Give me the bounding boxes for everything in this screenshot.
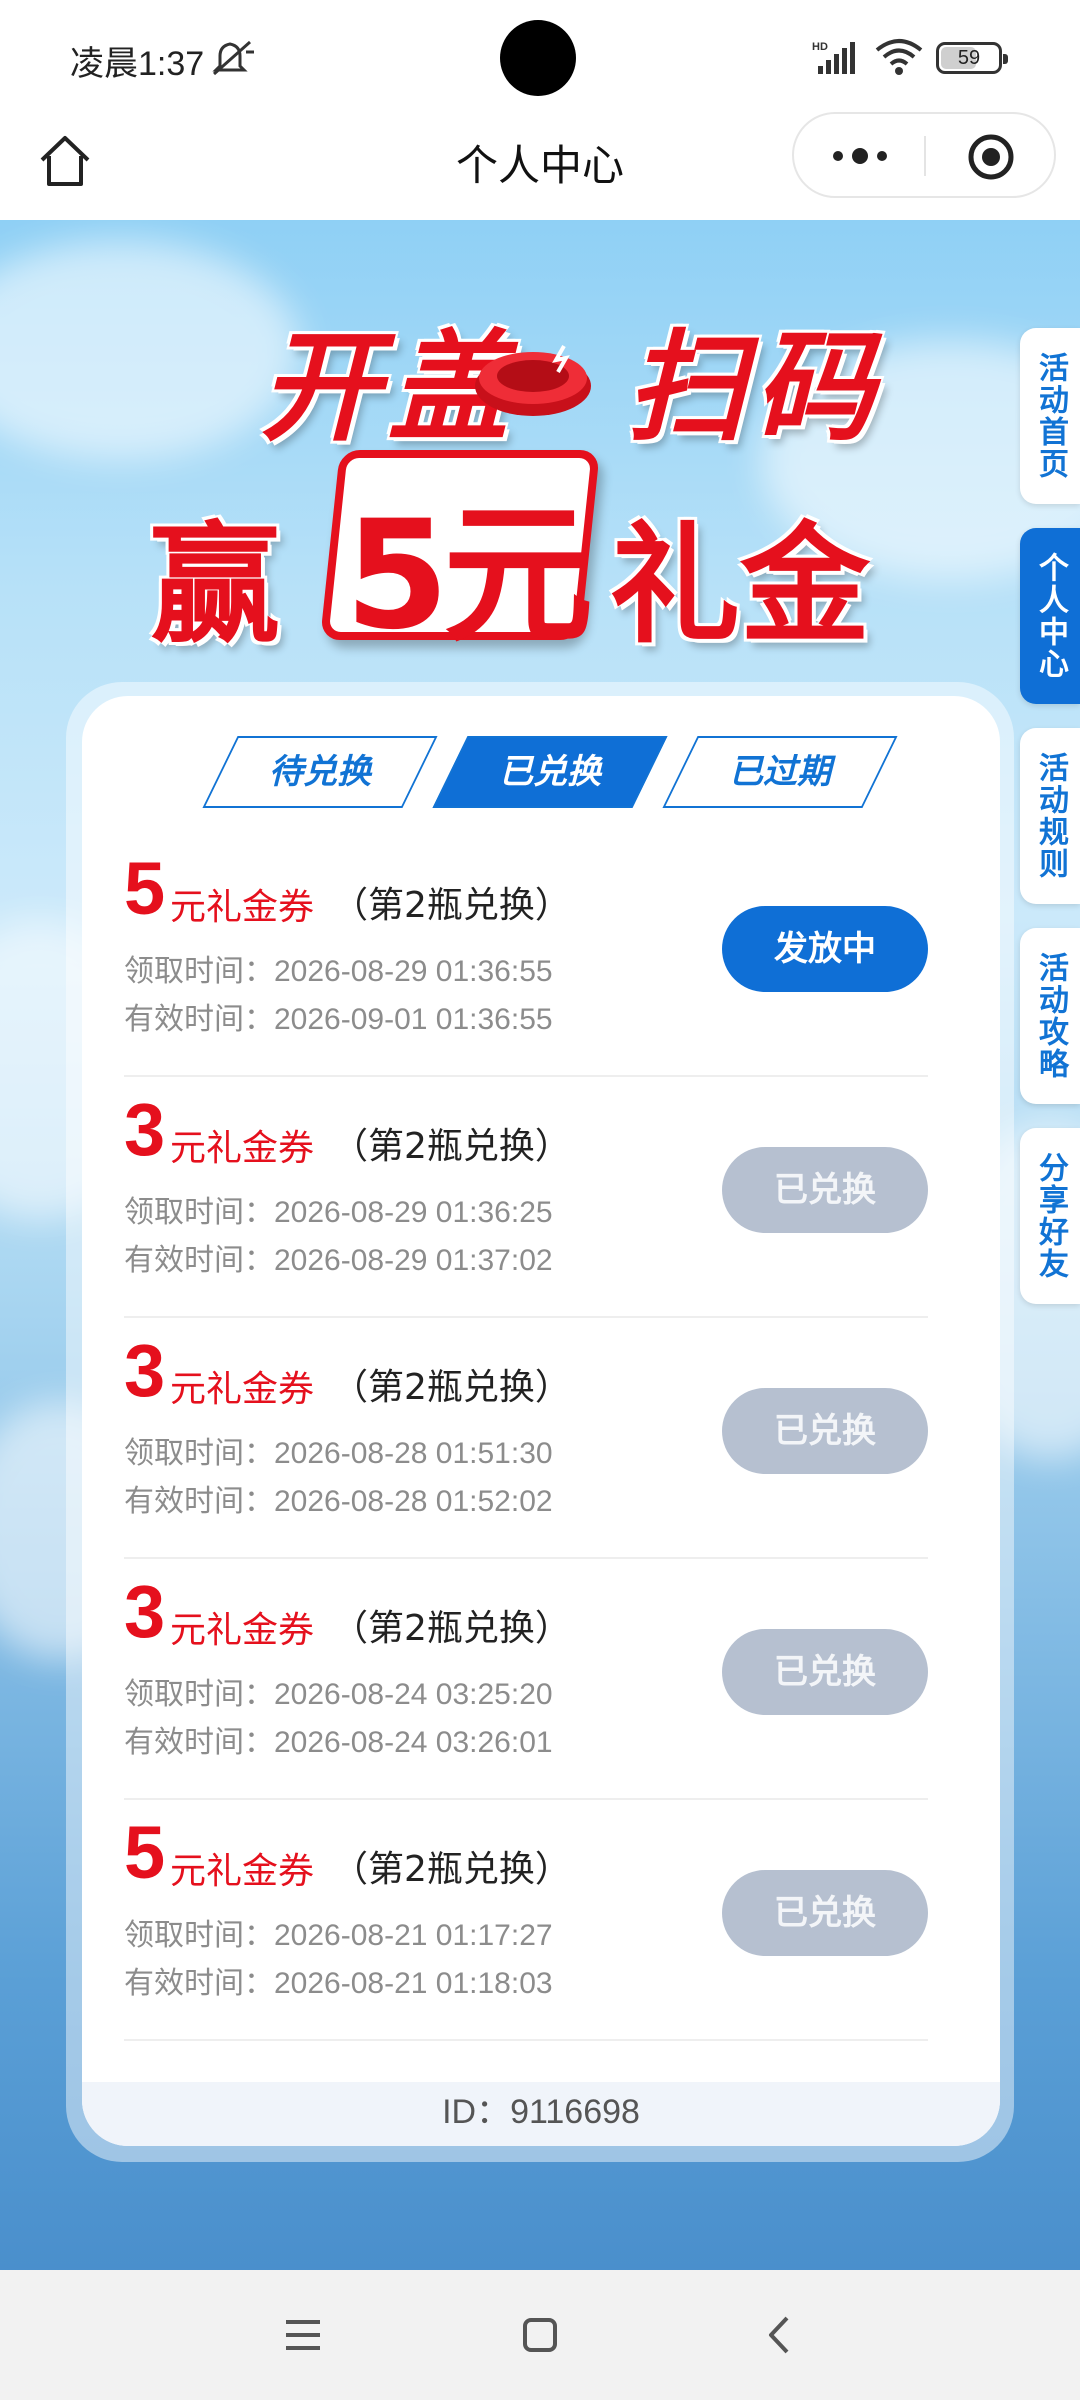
- coupon-unit: 元礼金券: [170, 1369, 315, 1410]
- coupon-unit: 元礼金券: [170, 1610, 315, 1651]
- svg-text:HD: HD: [812, 41, 828, 53]
- receive-time: 领取时间：2026-08-29 01:36:55: [124, 954, 553, 989]
- coupon-amount: 5: [124, 847, 166, 930]
- receive-time: 领取时间：2026-08-21 01:17:27: [124, 1918, 553, 1953]
- home-square-icon[interactable]: [515, 2310, 565, 2360]
- coupon-note: （第2瓶兑换）: [332, 1367, 571, 1408]
- menu-icon[interactable]: [278, 2310, 328, 2360]
- valid-time: 有效时间：2026-08-28 01:52:02: [124, 1484, 553, 1519]
- status-tabs: 待兑换 已兑换 已过期: [82, 736, 1000, 808]
- valid-time: 有效时间：2026-08-21 01:18:03: [124, 1966, 553, 2001]
- coupon-unit: 元礼金券: [170, 887, 315, 928]
- receive-time: 领取时间：2026-08-29 01:36:25: [124, 1195, 553, 1230]
- wifi-icon: [875, 39, 923, 75]
- coupon-note: （第2瓶兑换）: [332, 1608, 571, 1649]
- coupon-row: 3 元礼金券 （第2瓶兑换） 领取时间：2026-08-29 01:36:25 …: [124, 1077, 928, 1318]
- coupon-list: 5 元礼金券 （第2瓶兑换） 领取时间：2026-08-29 01:36:55 …: [124, 836, 928, 2041]
- signal-icon: HD: [812, 41, 855, 74]
- tab-expired[interactable]: 已过期: [662, 736, 898, 808]
- tab-redeemed[interactable]: 已兑换: [432, 736, 668, 808]
- coupon-unit: 元礼金券: [170, 1851, 315, 1892]
- side-tab-profile[interactable]: 个人中心: [1020, 528, 1080, 704]
- bottle-cap-icon: [475, 345, 591, 416]
- mini-program-capsule: [792, 112, 1056, 198]
- coupon-amount: 3: [124, 1088, 166, 1171]
- coupon-note: （第2瓶兑换）: [332, 1126, 571, 1167]
- side-tab-guide[interactable]: 活动攻略: [1020, 928, 1080, 1104]
- coupon-status-button[interactable]: 发放中: [722, 906, 928, 992]
- coupon-amount: 5: [124, 1811, 166, 1894]
- valid-time: 有效时间：2026-08-29 01:37:02: [124, 1243, 553, 1278]
- valid-time: 有效时间：2026-09-01 01:36:55: [124, 1002, 553, 1037]
- battery-level-text: 59: [957, 47, 981, 69]
- more-icon[interactable]: [824, 136, 896, 176]
- coupon-amount: 3: [124, 1329, 166, 1412]
- coupon-row: 5 元礼金券 （第2瓶兑换） 领取时间：2026-08-29 01:36:55 …: [124, 836, 928, 1077]
- coupon-row: 3 元礼金券 （第2瓶兑换） 领取时间：2026-08-24 03:25:20 …: [124, 1559, 928, 1800]
- coupon-status-button[interactable]: 已兑换: [722, 1629, 928, 1715]
- coupon-status-button[interactable]: 已兑换: [722, 1870, 928, 1956]
- valid-time: 有效时间：2026-08-24 03:26:01: [124, 1725, 553, 1760]
- back-icon[interactable]: [755, 2310, 805, 2360]
- side-tab-rules[interactable]: 活动规则: [1020, 728, 1080, 904]
- coupon-status-button[interactable]: 已兑换: [722, 1388, 928, 1474]
- banner-win-text: 赢: [150, 509, 281, 661]
- coupon-status-button[interactable]: 已兑换: [722, 1147, 928, 1233]
- coupon-row: 3 元礼金券 （第2瓶兑换） 领取时间：2026-08-28 01:51:30 …: [124, 1318, 928, 1559]
- camera-cutout: [500, 20, 576, 96]
- side-tab-activity-home[interactable]: 活动首页: [1020, 328, 1080, 504]
- coupon-note: （第2瓶兑换）: [332, 885, 571, 926]
- main-content: 开盖 扫码 赢 5元 礼金 活动首页 个人中心 活动规则 活动攻略 分享好友 待兑…: [0, 220, 1080, 2270]
- receive-time: 领取时间：2026-08-24 03:25:20: [124, 1677, 553, 1712]
- promo-banner: 开盖 扫码 赢 5元 礼金: [150, 280, 930, 663]
- tab-pending[interactable]: 待兑换: [202, 736, 438, 808]
- status-time: 凌晨1:37: [70, 45, 205, 83]
- coupon-unit: 元礼金券: [170, 1128, 315, 1169]
- mute-icon: [212, 40, 254, 76]
- status-bar: 凌晨1:37 HD 59: [0, 0, 1080, 110]
- coupon-amount: 3: [124, 1570, 166, 1653]
- coupon-row: 5 元礼金券 （第2瓶兑换） 领取时间：2026-08-21 01:17:27 …: [124, 1800, 928, 2041]
- user-id: ID：9116698: [82, 2082, 1000, 2146]
- coupon-note: （第2瓶兑换）: [332, 1849, 571, 1890]
- side-tab-share[interactable]: 分享好友: [1020, 1128, 1080, 1304]
- system-nav-bar: [0, 2270, 1080, 2400]
- battery-icon: 59: [936, 42, 1008, 74]
- banner-gift-text: 礼金: [610, 509, 871, 661]
- coupon-card: 待兑换 已兑换 已过期 5 元礼金券 （第2瓶兑换） 领取时间：2026-08-…: [82, 696, 1000, 2146]
- banner-amount: 5元: [344, 489, 593, 663]
- close-target-icon[interactable]: [966, 132, 1016, 182]
- receive-time: 领取时间：2026-08-28 01:51:30: [124, 1436, 553, 1471]
- nav-bar: 个人中心: [0, 110, 1080, 220]
